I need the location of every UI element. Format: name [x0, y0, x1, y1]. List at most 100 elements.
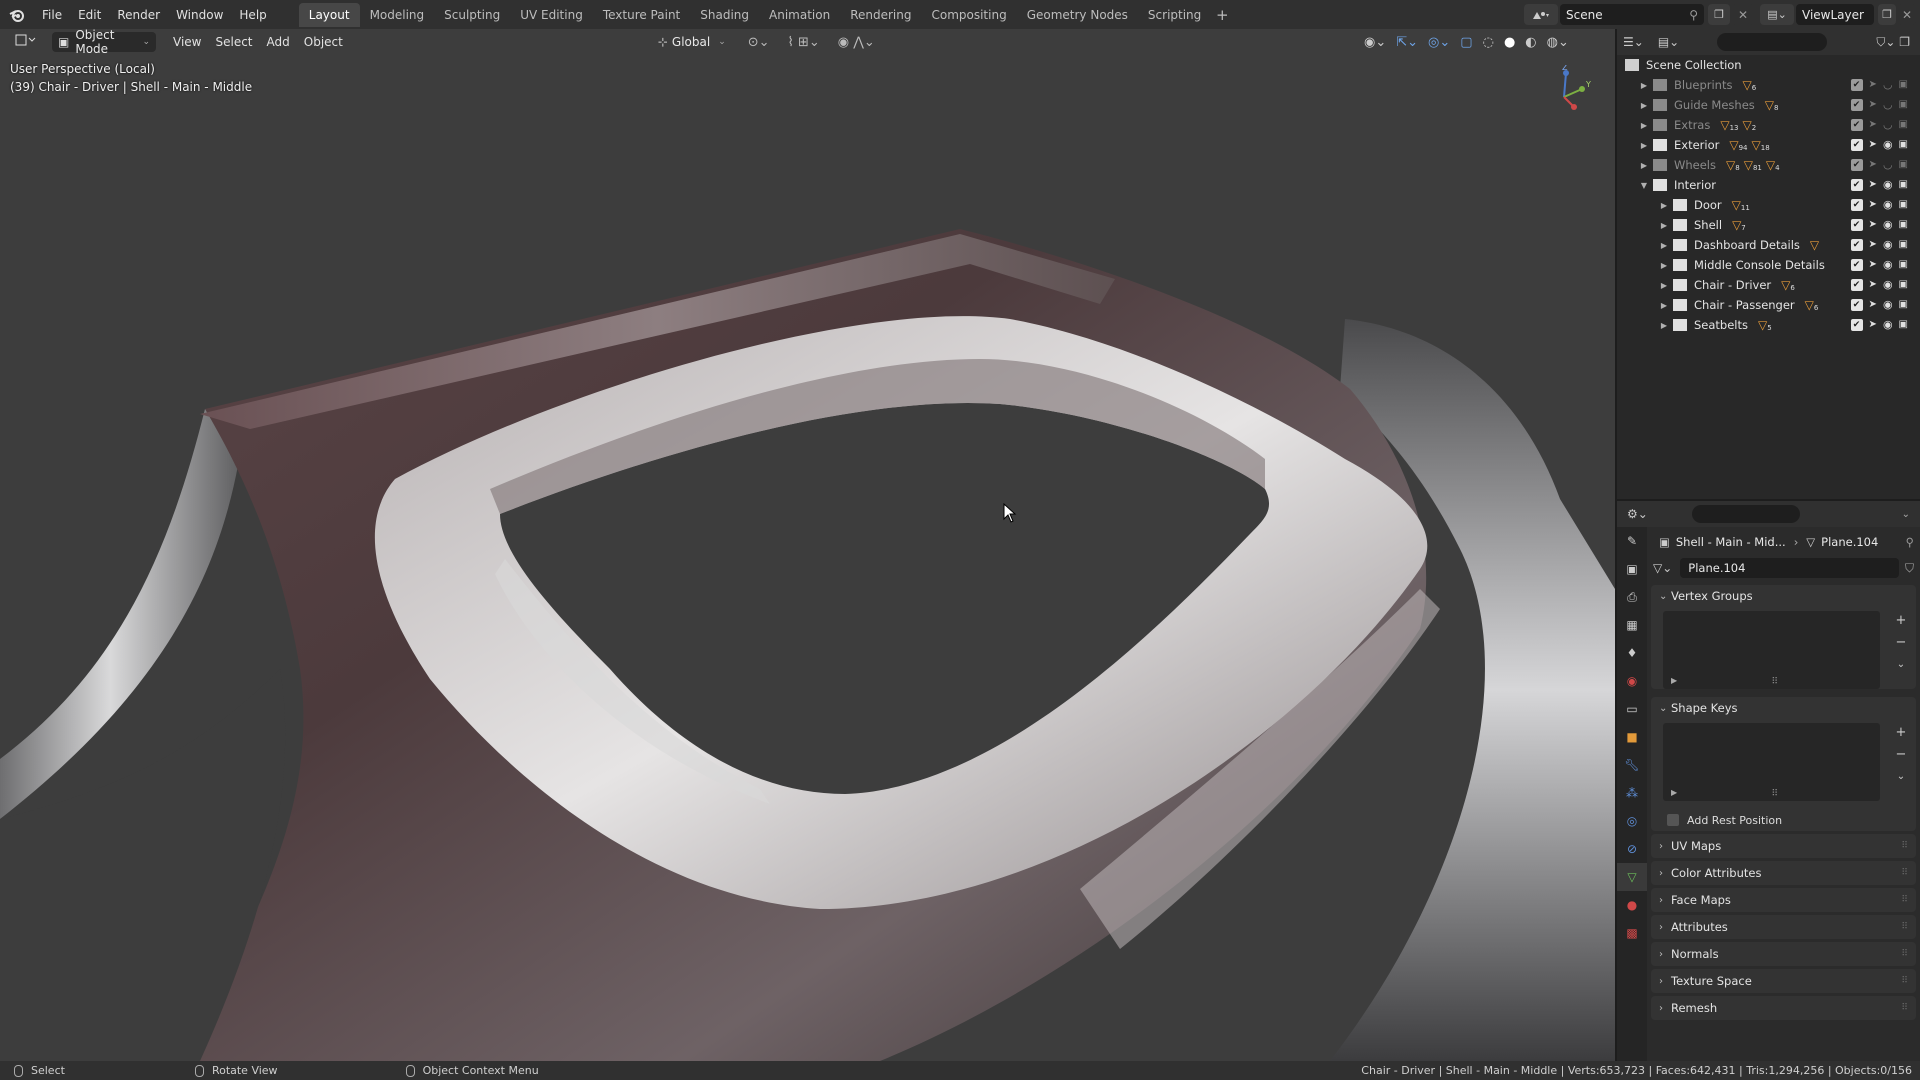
exclude-checkbox[interactable]: ✔	[1850, 318, 1863, 331]
visibility-eye-icon[interactable]: ◉	[1883, 138, 1893, 151]
menu-render[interactable]: Render	[109, 4, 168, 26]
object-tab-icon[interactable]: ■	[1617, 723, 1647, 751]
add-rest-position-row[interactable]: Add Rest Position	[1651, 809, 1916, 831]
exclude-checkbox[interactable]: ✔	[1850, 278, 1863, 291]
viewport-menu-view[interactable]: View	[166, 32, 208, 52]
mesh-badge-icon[interactable]: ▽ 13	[1720, 118, 1738, 132]
data-tab-icon[interactable]: ▽	[1617, 863, 1647, 891]
selectable-arrow-icon[interactable]: ➤	[1869, 179, 1877, 190]
mode-dropdown[interactable]: ▣ Object Mode ⌄	[52, 29, 156, 56]
drag-handle-icon[interactable]: ⠿	[1901, 1003, 1908, 1013]
exclude-checkbox[interactable]: ✔	[1850, 298, 1863, 311]
render-camera-icon[interactable]: ▣	[1899, 139, 1908, 150]
new-scene-button[interactable]: ❐	[1708, 4, 1730, 25]
expand-down-icon[interactable]: ▼	[1639, 181, 1649, 190]
expand-right-icon[interactable]: ▶	[1639, 141, 1649, 150]
resize-handle-icon[interactable]: ⠿	[1772, 789, 1779, 799]
visibility-eye-icon[interactable]: ◉	[1883, 318, 1893, 331]
material-shading-icon[interactable]: ◐	[1525, 35, 1536, 50]
visibility-eye-icon[interactable]: ◉	[1883, 278, 1893, 291]
selectable-arrow-icon[interactable]: ➤	[1869, 219, 1877, 230]
vertex-groups-list[interactable]: ▶ ⠿	[1663, 611, 1880, 689]
outliner-row-guide-meshes[interactable]: ▶ Guide Meshes ▽ 8 ✔ ➤ ◡ ▣	[1617, 95, 1920, 115]
tab-texture-paint[interactable]: Texture Paint	[593, 3, 690, 27]
outliner-row-dashboard-details[interactable]: ▶ Dashboard Details ▽ ✔ ➤ ◉ ▣	[1617, 235, 1920, 255]
mesh-badge-icon[interactable]: ▽ 8	[1765, 98, 1779, 112]
visibility-eye-icon[interactable]: ◡	[1883, 158, 1893, 171]
render-camera-icon[interactable]: ▣	[1899, 119, 1908, 130]
render-camera-icon[interactable]: ▣	[1899, 279, 1908, 290]
view-layer-tab-icon[interactable]: ▦	[1617, 611, 1647, 639]
panel-normals[interactable]: › Normals ⠿	[1651, 942, 1916, 966]
visibility-eye-icon[interactable]: ◉	[1883, 178, 1893, 191]
render-camera-icon[interactable]: ▣	[1899, 319, 1908, 330]
mesh-badge-icon[interactable]: ▽ 7	[1732, 218, 1746, 232]
filter-icon[interactable]: ⛉⌄ ❐	[1876, 35, 1910, 50]
exclude-checkbox[interactable]: ✔	[1850, 218, 1863, 231]
visibility-icon[interactable]: ◉⌄	[1364, 35, 1386, 50]
exclude-checkbox[interactable]: ✔	[1850, 198, 1863, 211]
viewport-menu-add[interactable]: Add	[260, 32, 297, 52]
exclude-checkbox[interactable]: ✔	[1850, 78, 1863, 91]
tab-compositing[interactable]: Compositing	[921, 3, 1016, 27]
render-camera-icon[interactable]: ▣	[1899, 99, 1908, 110]
particles-tab-icon[interactable]: ⁂	[1617, 779, 1647, 807]
mesh-data-icon[interactable]: ▽⌄	[1653, 561, 1672, 575]
play-icon[interactable]: ▶	[1671, 788, 1677, 797]
selectable-arrow-icon[interactable]: ➤	[1869, 259, 1877, 270]
selectable-arrow-icon[interactable]: ➤	[1869, 99, 1877, 110]
outliner-row-shell[interactable]: ▶ Shell ▽ 7 ✔ ➤ ◉ ▣	[1617, 215, 1920, 235]
scene-collection-row[interactable]: Scene Collection	[1617, 55, 1920, 75]
visibility-eye-icon[interactable]: ◉	[1883, 198, 1893, 211]
tab-uv-editing[interactable]: UV Editing	[510, 3, 593, 27]
constraints-tab-icon[interactable]: ⊘	[1617, 835, 1647, 863]
selectable-arrow-icon[interactable]: ➤	[1869, 239, 1877, 250]
rendered-shading-icon[interactable]: ◍⌄	[1547, 35, 1569, 50]
pin-icon[interactable]: ⚲	[1906, 535, 1914, 549]
render-camera-icon[interactable]: ▣	[1899, 239, 1908, 250]
selectable-arrow-icon[interactable]: ➤	[1869, 199, 1877, 210]
material-tab-icon[interactable]: ●	[1617, 891, 1647, 919]
tool-tab-icon[interactable]: ✎	[1617, 527, 1647, 555]
render-camera-icon[interactable]: ▣	[1899, 299, 1908, 310]
shape-keys-header[interactable]: ⌄ Shape Keys	[1651, 697, 1916, 719]
navigation-gizmo[interactable]: Z Y	[1548, 63, 1592, 116]
exclude-checkbox[interactable]: ✔	[1850, 138, 1863, 151]
properties-editor-icon[interactable]: ⚙⌄	[1627, 507, 1648, 521]
panel-uv-maps[interactable]: › UV Maps ⠿	[1651, 834, 1916, 858]
exclude-checkbox[interactable]: ✔	[1850, 238, 1863, 251]
add-workspace-button[interactable]: +	[1211, 6, 1233, 24]
play-icon[interactable]: ▶	[1671, 676, 1677, 685]
view-layer-selector-button[interactable]: ▤⌄	[1760, 4, 1794, 25]
mesh-badge-icon[interactable]: ▽ 6	[1781, 278, 1795, 292]
mesh-badge-icon[interactable]: ▽ 2	[1743, 118, 1757, 132]
drag-handle-icon[interactable]: ⠿	[1901, 922, 1908, 932]
expand-right-icon[interactable]: ▶	[1659, 301, 1669, 310]
shape-keys-list[interactable]: ▶ ⠿	[1663, 723, 1880, 801]
overlay-icon[interactable]: ◎⌄	[1428, 35, 1450, 50]
gizmo-icon[interactable]: ⇱⌄	[1396, 35, 1418, 50]
menu-help[interactable]: Help	[231, 4, 274, 26]
3d-viewport[interactable]: ▣ Object Mode ⌄ View Select Add Object ⊹ Gl…	[0, 29, 1615, 1061]
outliner-row-exterior[interactable]: ▶ Exterior ▽ 94 ▽ 18 ✔ ➤ ◉ ▣	[1617, 135, 1920, 155]
remove-vertex-group-button[interactable]: −	[1892, 635, 1910, 651]
snap-icon[interactable]: ⌇ ⊞⌄	[788, 35, 820, 50]
selectable-arrow-icon[interactable]: ➤	[1869, 119, 1877, 130]
outliner-row-seatbelts[interactable]: ▶ Seatbelts ▽ 5 ✔ ➤ ◉ ▣	[1617, 315, 1920, 335]
mesh-badge-icon[interactable]: ▽ 5	[1758, 318, 1772, 332]
shape-key-specials-button[interactable]: ⌄	[1892, 769, 1910, 785]
tab-rendering[interactable]: Rendering	[840, 3, 921, 27]
expand-right-icon[interactable]: ▶	[1639, 121, 1649, 130]
mesh-name-field[interactable]: Plane.104	[1680, 558, 1899, 578]
outliner-search-input[interactable]	[1717, 33, 1828, 51]
drag-handle-icon[interactable]: ⠿	[1901, 976, 1908, 986]
outliner-row-interior[interactable]: ▼ Interior ✔ ➤ ◉ ▣	[1617, 175, 1920, 195]
expand-right-icon[interactable]: ▶	[1659, 201, 1669, 210]
mesh-badge-icon[interactable]: ▽ 11	[1732, 198, 1750, 212]
display-mode-icon[interactable]: ▤⌄	[1658, 35, 1679, 49]
selectable-arrow-icon[interactable]: ➤	[1869, 139, 1877, 150]
exclude-checkbox[interactable]: ✔	[1850, 158, 1863, 171]
scene-name-field[interactable]: Scene ⚲	[1560, 4, 1704, 25]
selectable-arrow-icon[interactable]: ➤	[1869, 279, 1877, 290]
tab-layout[interactable]: Layout	[298, 2, 360, 27]
